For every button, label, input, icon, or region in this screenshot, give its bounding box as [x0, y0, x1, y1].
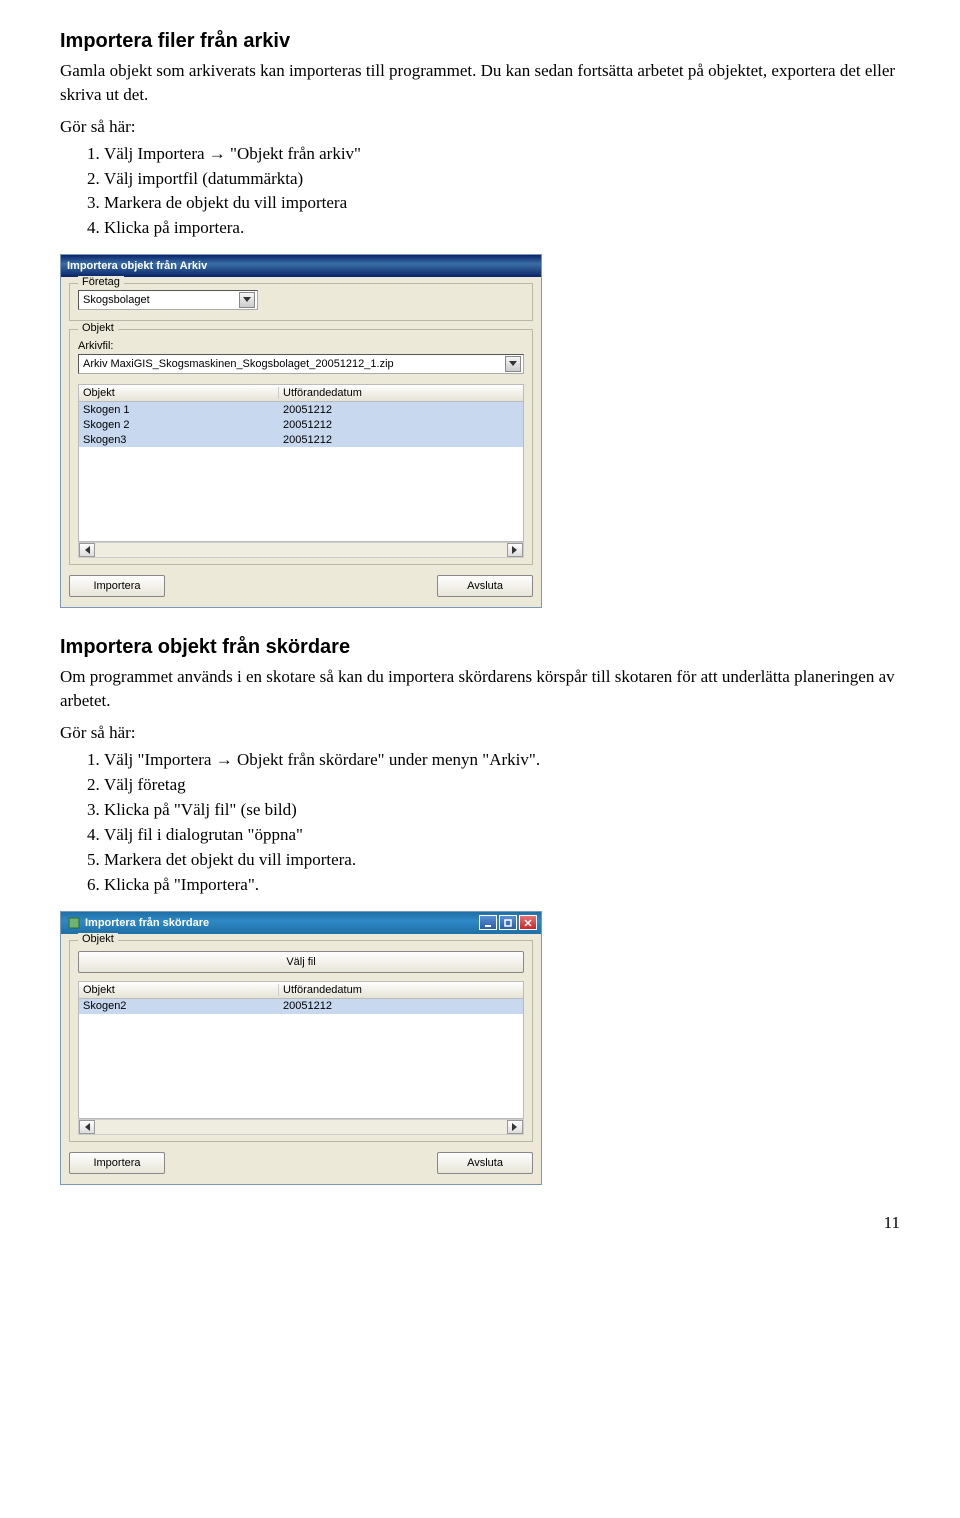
scroll-left-icon[interactable] [79, 543, 95, 557]
cell-name: Skogen3 [79, 434, 279, 446]
minimize-button[interactable] [479, 915, 497, 930]
company-combobox[interactable]: Skogsbolaget [78, 290, 258, 310]
cell-date: 20051212 [279, 419, 523, 431]
archive-intro: Gamla objekt som arkiverats kan importer… [60, 59, 900, 107]
window-title: Importera från skördare [85, 917, 209, 929]
import-button[interactable]: Importera [69, 1152, 165, 1174]
app-icon [67, 916, 81, 930]
object-list[interactable]: Skogen2 20051212 [78, 999, 524, 1119]
cell-name: Skogen2 [79, 1000, 279, 1012]
close-window-button[interactable] [519, 915, 537, 930]
legend-company: Företag [78, 276, 124, 288]
harvester-steps: Välj "Importera → Objekt från skördare" … [60, 749, 900, 897]
scroll-right-icon[interactable] [507, 543, 523, 557]
table-row[interactable]: Skogen 1 20051212 [79, 402, 523, 417]
list-item: Välj "Importera → Objekt från skördare" … [104, 749, 900, 772]
horizontal-scrollbar[interactable] [78, 1119, 524, 1135]
import-button[interactable]: Importera [69, 575, 165, 597]
table-row[interactable]: Skogen2 20051212 [79, 999, 523, 1014]
choose-file-button[interactable]: Välj fil [78, 951, 524, 973]
list-item: Markera de objekt du vill importera [104, 192, 900, 215]
howto-label: Gör så här: [60, 723, 900, 743]
archive-steps: Välj Importera → "Objekt från arkiv" Väl… [60, 143, 900, 241]
section-heading-harvester: Importera objekt från skördare [60, 636, 900, 659]
fieldset-object: Objekt Arkivfil: Arkiv MaxiGIS_Skogsmask… [69, 329, 533, 565]
list-item: Välj företag [104, 774, 900, 797]
cell-date: 20051212 [279, 1000, 523, 1012]
cell-date: 20051212 [279, 434, 523, 446]
table-row[interactable]: Skogen3 20051212 [79, 432, 523, 447]
column-header-date[interactable]: Utförandedatum [279, 984, 523, 996]
close-button[interactable]: Avsluta [437, 575, 533, 597]
list-header: Objekt Utförandedatum [78, 384, 524, 402]
object-list[interactable]: Skogen 1 20051212 Skogen 2 20051212 Skog… [78, 402, 524, 542]
list-item: Välj Importera → "Objekt från arkiv" [104, 143, 900, 166]
close-button[interactable]: Avsluta [437, 1152, 533, 1174]
horizontal-scrollbar[interactable] [78, 542, 524, 558]
maximize-button[interactable] [499, 915, 517, 930]
column-header-objekt[interactable]: Objekt [79, 984, 279, 996]
fieldset-company: Företag Skogsbolaget [69, 283, 533, 321]
list-item: Klicka på importera. [104, 217, 900, 240]
dialog-import-from-harvester: Importera från skördare Objekt Välj fil … [60, 911, 542, 1185]
company-value: Skogsbolaget [83, 294, 150, 306]
legend-object: Objekt [78, 933, 118, 945]
page-number: 11 [60, 1213, 900, 1233]
harvester-intro: Om programmet används i en skotare så ka… [60, 665, 900, 713]
scroll-right-icon[interactable] [507, 1120, 523, 1134]
fieldset-object: Objekt Välj fil Objekt Utförandedatum Sk… [69, 940, 533, 1142]
list-item: Klicka på "Importera". [104, 874, 900, 897]
scroll-left-icon[interactable] [79, 1120, 95, 1134]
chevron-down-icon[interactable] [505, 356, 521, 372]
dialog-import-from-archive: Importera objekt från Arkiv Företag Skog… [60, 254, 542, 608]
column-header-date[interactable]: Utförandedatum [279, 387, 523, 399]
list-item: Klicka på "Välj fil" (se bild) [104, 799, 900, 822]
list-item: Välj importfil (datummärkta) [104, 168, 900, 191]
section-heading-archive: Importera filer från arkiv [60, 30, 900, 53]
list-item: Välj fil i dialogrutan "öppna" [104, 824, 900, 847]
label-arkivfil: Arkivfil: [78, 340, 524, 352]
cell-name: Skogen 2 [79, 419, 279, 431]
legend-object: Objekt [78, 322, 118, 334]
column-header-objekt[interactable]: Objekt [79, 387, 279, 399]
howto-label: Gör så här: [60, 117, 900, 137]
titlebar[interactable]: Importera objekt från Arkiv [61, 255, 541, 277]
cell-name: Skogen 1 [79, 404, 279, 416]
list-item: Markera det objekt du vill importera. [104, 849, 900, 872]
titlebar[interactable]: Importera från skördare [61, 912, 541, 934]
cell-date: 20051212 [279, 404, 523, 416]
arkivfil-value: Arkiv MaxiGIS_Skogsmaskinen_Skogsbolaget… [83, 358, 394, 370]
arkivfil-combobox[interactable]: Arkiv MaxiGIS_Skogsmaskinen_Skogsbolaget… [78, 354, 524, 374]
chevron-down-icon[interactable] [239, 292, 255, 308]
table-row[interactable]: Skogen 2 20051212 [79, 417, 523, 432]
window-title: Importera objekt från Arkiv [67, 260, 207, 272]
list-header: Objekt Utförandedatum [78, 981, 524, 999]
